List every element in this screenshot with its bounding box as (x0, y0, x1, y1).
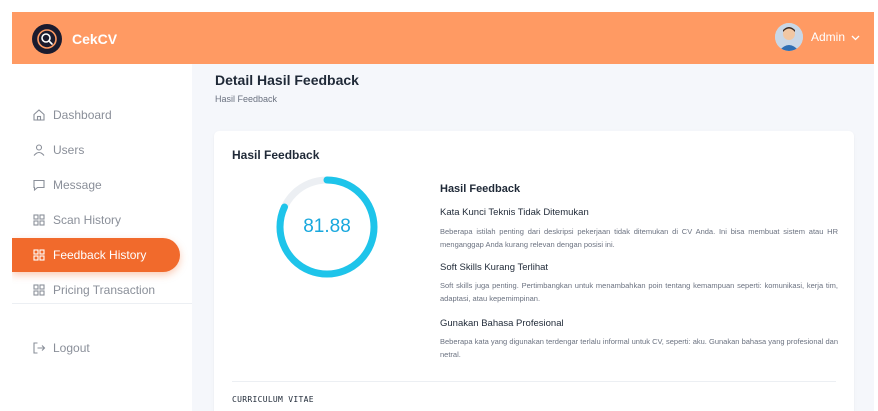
page-title: Detail Hasil Feedback (215, 72, 359, 88)
breadcrumb[interactable]: Hasil Feedback (215, 94, 277, 104)
sidebar-item-pricing-transaction[interactable]: Pricing Transaction (12, 273, 180, 307)
feedback-item-heading: Gunakan Bahasa Profesional (440, 318, 564, 329)
sidebar-divider (12, 303, 192, 304)
logout-label: Logout (53, 341, 90, 355)
sidebar-item-feedback-history[interactable]: Feedback History (12, 238, 180, 272)
sidebar-item-dashboard[interactable]: Dashboard (12, 98, 180, 132)
card-title: Hasil Feedback (232, 148, 320, 162)
sidebar-item-users[interactable]: Users (12, 133, 180, 167)
feedback-item-heading: Kata Kunci Teknis Tidak Ditemukan (440, 207, 589, 218)
feedback-item-text: Beberapa kata yang digunakan terdengar t… (440, 337, 838, 359)
logout-icon (32, 341, 46, 355)
brand[interactable]: CekCV (32, 24, 117, 54)
sidebar: Dashboard Users Message Scan History Fee… (12, 64, 192, 411)
message-icon (32, 178, 46, 192)
sidebar-item-label: Pricing Transaction (53, 283, 156, 297)
sidebar-item-label: Message (53, 178, 102, 192)
grid-icon (32, 283, 46, 297)
sidebar-item-label: Scan History (53, 213, 122, 227)
grid-icon (32, 213, 46, 227)
feedback-item-text: Soft skills juga penting. Pertimbangkan … (440, 281, 838, 303)
feedback-card: Hasil Feedback 81.88 Hasil Feedback Kata… (214, 131, 854, 411)
sidebar-item-logout[interactable]: Logout (12, 331, 180, 365)
brand-name: CekCV (72, 31, 118, 47)
feedback-item-text: Beberapa istilah penting dari deskripsi … (440, 227, 838, 249)
sidebar-item-label: Feedback History (53, 248, 147, 262)
sidebar-item-message[interactable]: Message (12, 168, 180, 202)
main-content: Detail Hasil Feedback Hasil Feedback Has… (192, 64, 874, 411)
feedback-title: Hasil Feedback (440, 183, 521, 195)
top-header: CekCV Admin (12, 12, 874, 64)
brand-logo-icon (32, 24, 62, 54)
score-value: 81.88 (303, 216, 351, 237)
user-name: Admin (810, 30, 845, 44)
home-icon (32, 108, 46, 122)
user-icon (32, 143, 46, 157)
cv-heading: CURRICULUM VITAE (232, 395, 314, 404)
feedback-item-heading: Soft Skills Kurang Terlihat (440, 262, 549, 273)
sidebar-item-scan-history[interactable]: Scan History (12, 203, 180, 237)
card-divider (232, 381, 836, 382)
grid-icon (32, 248, 46, 262)
sidebar-item-label: Dashboard (53, 108, 112, 122)
chevron-down-icon (851, 28, 860, 46)
user-menu[interactable]: Admin (774, 23, 860, 51)
sidebar-item-label: Users (53, 143, 85, 157)
avatar[interactable] (774, 23, 803, 51)
app-window: CekCV Admin Dashboard Users Message Scan… (12, 12, 874, 411)
